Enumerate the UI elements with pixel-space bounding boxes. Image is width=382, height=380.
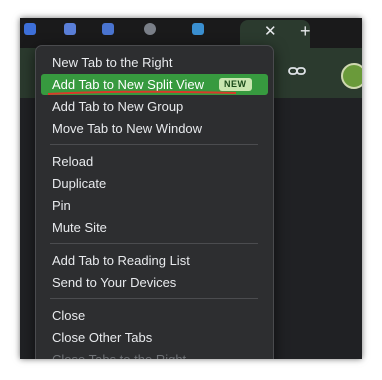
link-icon[interactable] (287, 62, 307, 85)
menu-item-pin[interactable]: Pin (41, 195, 268, 216)
menu-item-label: Mute Site (52, 220, 107, 235)
pinned-tabs (24, 20, 224, 38)
menu-item-label: Close Tabs to the Right (52, 349, 186, 359)
tab-favicon-icon[interactable] (24, 23, 36, 35)
menu-item-label: New Tab to the Right (52, 55, 173, 70)
menu-item-label: Add Tab to New Group (52, 99, 184, 114)
menu-item-label: Pin (52, 198, 71, 213)
menu-item-reading-list[interactable]: Add Tab to Reading List (41, 250, 268, 271)
menu-item-label: Reload (52, 154, 94, 169)
tab-context-menu: New Tab to the Right Add Tab to New Spli… (35, 45, 274, 359)
menu-item-label: Close (52, 308, 86, 323)
browser-window: ✕ + New Tab to the Right Add Tab to New … (20, 18, 362, 359)
menu-item-label: Add Tab to Reading List (52, 253, 190, 268)
red-annotation-underline (47, 90, 237, 95)
profile-avatar[interactable] (341, 63, 362, 89)
tab-favicon-icon[interactable] (102, 23, 114, 35)
menu-item-label: Send to Your Devices (52, 275, 177, 290)
menu-item-move-window[interactable]: Move Tab to New Window (41, 118, 268, 139)
menu-item-label: Close Other Tabs (52, 330, 153, 345)
tab-favicon-icon[interactable] (192, 23, 204, 35)
menu-item-new-tab-right[interactable]: New Tab to the Right (41, 52, 268, 73)
menu-item-duplicate[interactable]: Duplicate (41, 173, 268, 194)
menu-item-send-devices[interactable]: Send to Your Devices (41, 272, 268, 293)
close-tab-icon[interactable]: ✕ (264, 23, 277, 41)
menu-separator (50, 298, 258, 299)
menu-separator (50, 144, 258, 145)
menu-item-split-view[interactable]: Add Tab to New Split View NEW (41, 74, 268, 95)
tab-favicon-icon[interactable] (144, 23, 156, 35)
menu-item-reload[interactable]: Reload (41, 151, 268, 172)
menu-item-mute-site[interactable]: Mute Site (41, 217, 268, 238)
menu-item-label: Duplicate (52, 176, 107, 191)
new-tab-icon[interactable]: + (300, 21, 311, 41)
tab-strip: ✕ + (20, 18, 362, 48)
menu-item-close-others[interactable]: Close Other Tabs (41, 327, 268, 348)
menu-item-new-group[interactable]: Add Tab to New Group (41, 96, 268, 117)
tab-favicon-icon[interactable] (64, 23, 76, 35)
menu-item-close[interactable]: Close (41, 305, 268, 326)
menu-item-label: Move Tab to New Window (52, 121, 203, 136)
menu-item-close-right: Close Tabs to the Right (41, 349, 268, 359)
menu-separator (50, 243, 258, 244)
